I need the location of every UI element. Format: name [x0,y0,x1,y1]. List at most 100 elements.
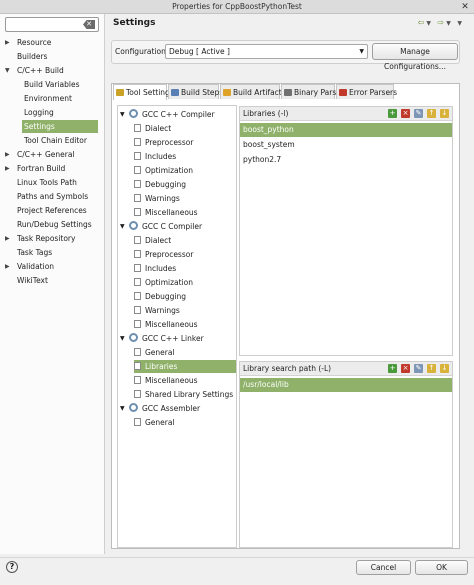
sidebar-item-paths-and-symbols[interactable]: Paths and Symbols [15,190,98,203]
move-down-icon[interactable]: ↓ [440,109,449,118]
move-down-icon[interactable]: ↓ [440,364,449,373]
page-icon [134,278,141,286]
chevron-down-icon[interactable]: ▼ [120,402,125,415]
tool-item-label: Debugging [145,180,187,189]
sidebar-item-settings[interactable]: Settings [22,120,98,133]
delete-icon[interactable]: × [401,109,410,118]
chevron-down-icon: ▼ [359,48,364,55]
chevron-down-icon[interactable]: ▼ [120,332,125,345]
move-up-icon[interactable]: ↑ [427,364,436,373]
tool-option-dialect[interactable]: Dialect [134,122,236,135]
page-icon [134,376,141,384]
add-icon[interactable]: + [388,364,397,373]
tool-option-optimization[interactable]: Optimization [134,276,236,289]
page-icon [134,264,141,272]
sidebar-item-linux-tools-path[interactable]: Linux Tools Path [15,176,98,189]
move-up-icon[interactable]: ↑ [427,109,436,118]
chevron-right-icon[interactable]: ▶ [5,148,10,161]
close-icon[interactable]: ✕ [460,2,470,12]
sidebar-item-c-c-build[interactable]: ▼ C/C++ Build [5,64,98,77]
tab-tool-settings[interactable]: Tool Settings [113,84,174,100]
list-item[interactable]: /usr/local/lib [240,378,452,392]
tool-item-label: General [145,348,175,357]
page-icon [134,236,141,244]
sidebar-item-fortran-build[interactable]: ▶ Fortran Build [5,162,98,175]
tab-error-parsers[interactable]: Error Parsers [336,84,397,99]
sidebar-item-task-tags[interactable]: Task Tags [15,246,98,259]
configuration-select[interactable]: Debug [ Active ] ▼ [165,44,368,59]
sidebar-item-label: Environment [24,94,72,103]
configuration-label: Configuration: [115,47,169,56]
sidebar-item-logging[interactable]: Logging [22,106,98,119]
sidebar-item-run-debug-settings[interactable]: Run/Debug Settings [15,218,98,231]
tool-option-shared-library-settings[interactable]: Shared Library Settings [134,388,236,401]
tool-option-miscellaneous[interactable]: Miscellaneous [134,374,236,387]
tool-option-miscellaneous[interactable]: Miscellaneous [134,318,236,331]
clear-filter-icon[interactable]: ✕ [83,20,95,29]
tool-group-gcc-c-compiler[interactable]: ▼ GCC C++ Compiler [120,108,236,121]
filter-input[interactable]: ✕ [5,17,99,32]
sidebar-item-build-variables[interactable]: Build Variables [22,78,98,91]
chevron-right-icon[interactable]: ▶ [5,232,10,245]
page-icon [134,138,141,146]
page-icon [134,390,141,398]
sidebar-item-environment[interactable]: Environment [22,92,98,105]
tab-binary-parsers[interactable]: Binary Parsers [281,84,348,99]
tool-option-warnings[interactable]: Warnings [134,192,236,205]
help-icon[interactable]: ? [6,561,18,573]
tool-option-preprocessor[interactable]: Preprocessor [134,248,236,261]
tool-option-dialect[interactable]: Dialect [134,234,236,247]
tool-option-general[interactable]: General [134,346,236,359]
page-navigation: ⇦▼ ⇨▼ ▼ [418,18,464,27]
libraries-header: Libraries (-l) + × ✎ ↑ ↓ [240,107,452,121]
tool-option-debugging[interactable]: Debugging [134,290,236,303]
forward-icon[interactable]: ⇨ [438,18,447,27]
tool-group-gcc-c-linker[interactable]: ▼ GCC C++ Linker [120,332,236,345]
chevron-right-icon[interactable]: ▶ [5,36,10,49]
tab-build-artifact[interactable]: Build Artifact [220,84,282,99]
sidebar-item-task-repository[interactable]: ▶ Task Repository [5,232,98,245]
chevron-right-icon[interactable]: ▶ [5,260,10,273]
forward-menu-icon[interactable]: ▼ [446,20,453,27]
chevron-right-icon[interactable]: ▶ [5,162,10,175]
sidebar-item-validation[interactable]: ▶ Validation [5,260,98,273]
ok-button[interactable]: OK [415,560,468,575]
tool-option-includes[interactable]: Includes [134,262,236,275]
delete-icon[interactable]: × [401,364,410,373]
sidebar-item-resource[interactable]: ▶ Resource [5,36,98,49]
list-item[interactable]: boost_python [240,123,452,137]
page-icon [134,180,141,188]
back-menu-icon[interactable]: ▼ [426,20,433,27]
tool-item-label: Preprocessor [145,250,194,259]
cancel-button[interactable]: Cancel [356,560,411,575]
tool-option-optimization[interactable]: Optimization [134,164,236,177]
tool-group-gcc-c-compiler[interactable]: ▼ GCC C Compiler [120,220,236,233]
tool-option-general[interactable]: General [134,416,236,429]
edit-icon[interactable]: ✎ [414,364,423,373]
tool-group-gcc-assembler[interactable]: ▼ GCC Assembler [120,402,236,415]
tool-option-includes[interactable]: Includes [134,150,236,163]
chevron-down-icon[interactable]: ▼ [5,64,10,77]
sidebar-item-project-references[interactable]: Project References [15,204,98,217]
sidebar-item-builders[interactable]: Builders [15,50,98,63]
manage-configurations-button[interactable]: Manage Configurations... [372,43,458,71]
sidebar-item-c-c-general[interactable]: ▶ C/C++ General [5,148,98,161]
tool-option-miscellaneous[interactable]: Miscellaneous [134,206,236,219]
tool-option-libraries[interactable]: Libraries [134,360,236,373]
sidebar-item-tool-chain-editor[interactable]: Tool Chain Editor [22,134,98,147]
list-item[interactable]: python2.7 [240,153,452,167]
tool-option-warnings[interactable]: Warnings [134,304,236,317]
list-item[interactable]: boost_system [240,138,452,152]
sidebar-item-label: Project References [17,206,87,215]
tool-option-preprocessor[interactable]: Preprocessor [134,136,236,149]
tool-item-label: General [145,418,175,427]
library-paths-title: Library search path (-L) [243,364,332,373]
view-menu-icon[interactable]: ▼ [457,20,464,27]
chevron-down-icon[interactable]: ▼ [120,108,125,121]
tool-option-debugging[interactable]: Debugging [134,178,236,191]
chevron-down-icon[interactable]: ▼ [120,220,125,233]
tab-build-steps[interactable]: Build Steps [168,84,223,99]
sidebar-item-wikitext[interactable]: WikiText [15,274,98,287]
add-icon[interactable]: + [388,109,397,118]
edit-icon[interactable]: ✎ [414,109,423,118]
